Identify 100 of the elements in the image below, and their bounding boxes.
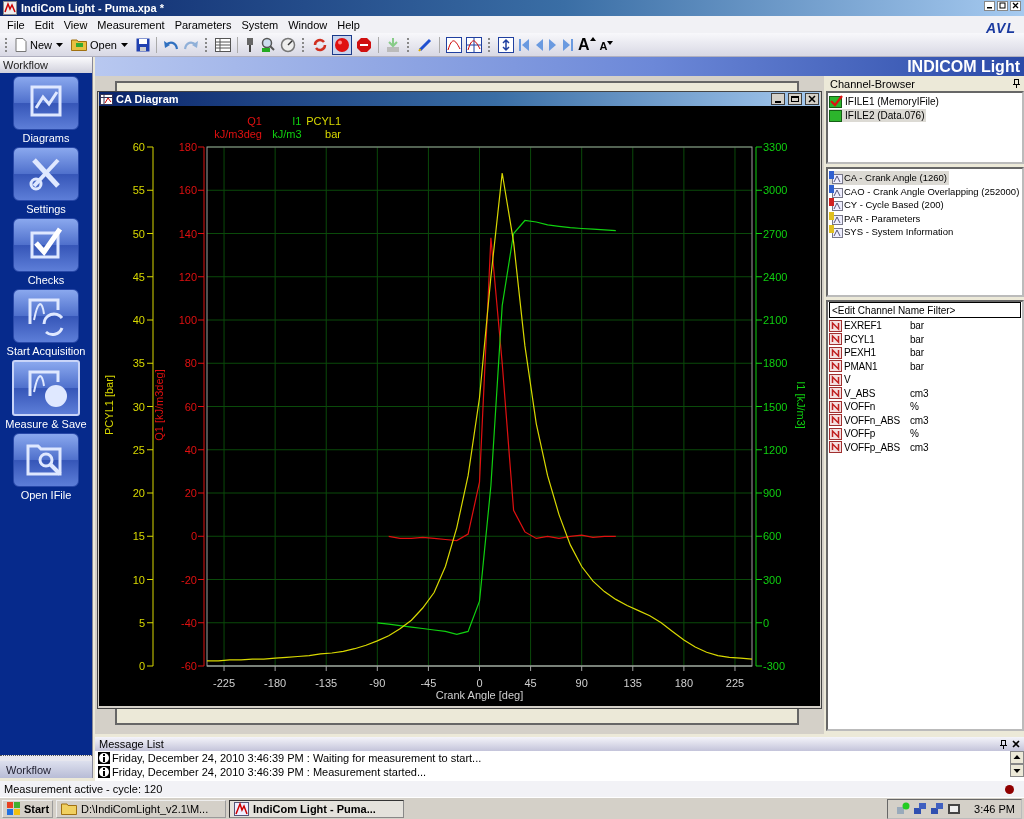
network-icon[interactable] [913,801,928,816]
legend-unit: bar [325,128,341,140]
close-icon[interactable] [1012,740,1020,748]
menu-item[interactable]: Measurement [92,18,170,31]
pin-icon[interactable] [1000,739,1007,749]
close-button[interactable] [805,93,819,105]
caret-icon[interactable] [56,42,63,47]
taskbar-button[interactable]: IndiCom Light - Puma... [229,799,405,818]
fit-icon[interactable] [497,36,514,53]
workflow-item[interactable]: Measure & Save [5,360,87,430]
pin-icon[interactable] [1013,79,1020,88]
chart-icon[interactable] [445,36,462,53]
tools-icon [13,147,79,201]
table-icon[interactable] [214,37,231,52]
open-button[interactable]: Open [71,38,117,51]
channel-unit: cm3 [910,387,929,399]
tick-label: -45 [420,677,437,689]
file-item[interactable]: IFILE2 (Data.076) [829,108,927,122]
panel-title: Workflow [3,59,49,71]
menu-item[interactable]: Help [332,18,365,31]
channel-name[interactable]: PEXH1 [844,347,908,359]
save-icon[interactable] [135,37,150,52]
tick-label: 2400 [763,270,788,283]
menu-item[interactable]: Window [283,18,333,31]
channel-name[interactable]: EXREF1 [844,320,908,332]
font-larger-button[interactable]: A [577,36,596,53]
windows-logo-icon [6,801,22,816]
refresh-chart-icon [13,289,79,343]
group-item[interactable]: SYS - System Information [829,225,956,239]
filter-field[interactable]: <Edit Channel Name Filter> [829,302,1021,318]
tick-label: -40 [181,616,197,629]
legend-label: Q1 [247,115,262,127]
group-item[interactable]: CA - Crank Angle (1260) [829,171,949,185]
refresh-icon[interactable] [311,36,328,53]
menu-item[interactable]: System [236,18,284,31]
channel-name[interactable]: VOFFp_ABS [844,441,908,453]
tick-label: 10 [132,573,145,586]
tick-label: 3000 [763,184,788,197]
group-item[interactable]: PAR - Parameters [829,211,923,225]
tick-label: 3300 [763,141,788,153]
channel-name[interactable]: V [844,374,908,386]
channel-name[interactable]: VOFFn_ABS [844,414,908,426]
channel-name[interactable]: VOFFp [844,428,908,440]
scroll-up-button[interactable] [1010,751,1024,764]
checkbox[interactable] [829,95,843,109]
minimize-button[interactable] [984,1,995,11]
channel-name[interactable]: PCYL1 [844,333,908,345]
taskbar-button[interactable]: D:\IndiComLight_v2.1\M... [56,799,227,818]
channel-icon [829,387,842,400]
channel-unit: cm3 [910,441,929,453]
stop-icon[interactable] [355,36,372,53]
record-button[interactable] [331,34,352,55]
panel-tab[interactable]: Workflow [0,761,92,778]
workflow-item[interactable]: Diagrams [13,76,79,144]
pen-icon[interactable] [416,36,433,53]
tick-label: 30 [132,400,145,413]
last-icon[interactable] [561,37,574,52]
channel-icon [829,360,842,373]
restore-button[interactable] [788,93,802,105]
tick-label: 140 [178,227,197,240]
workflow-item[interactable]: Checks [13,218,79,286]
next-icon[interactable] [547,37,558,52]
gauge-icon[interactable] [279,36,296,53]
first-icon[interactable] [517,37,530,52]
start-button[interactable]: Start [2,799,54,818]
tick-label: -20 [181,573,197,586]
group-item[interactable]: CAO - Crank Angle Overlapping (252000) [829,184,1022,198]
legend-label: PCYL1 [306,115,341,127]
undo-icon[interactable] [162,38,179,51]
document-icon [15,37,27,52]
tick-label: -60 [181,660,197,672]
workflow-item[interactable]: Settings [13,147,79,215]
channel-name[interactable]: V_ABS [844,387,908,399]
minimize-button[interactable] [771,93,785,105]
channel-name[interactable]: VOFFn [844,401,908,413]
menu-item[interactable]: File [2,18,30,31]
tick-label: -90 [369,677,386,689]
caret-icon[interactable] [120,42,128,47]
close-button[interactable] [1010,1,1021,11]
info-icon [98,766,110,778]
workflow-item[interactable]: Start Acquisition [6,289,86,357]
group-item[interactable]: CY - Cycle Based (200) [829,198,946,212]
menu-item[interactable]: Parameters [169,18,237,31]
tick-label: 135 [623,677,642,689]
menu-item[interactable]: View [58,18,93,31]
channel-unit: % [910,401,919,413]
network-icon[interactable] [930,801,945,816]
new-button[interactable]: New [15,37,52,52]
channel-name[interactable]: PMAN1 [844,360,908,372]
workflow-item[interactable]: Open IFile [13,433,79,501]
search-icon[interactable] [259,36,276,53]
panel-title: Message List [99,738,164,750]
font-smaller-button[interactable]: A [599,37,614,52]
checkbox[interactable] [829,108,843,122]
chart-icon[interactable] [465,36,482,53]
file-item[interactable]: IFILE1 (MemoryIFile) [829,95,941,109]
restore-button[interactable] [997,1,1008,11]
checkbox-icon [13,218,79,272]
menu-item[interactable]: Edit [29,18,59,31]
scroll-down-button[interactable] [1010,764,1024,777]
